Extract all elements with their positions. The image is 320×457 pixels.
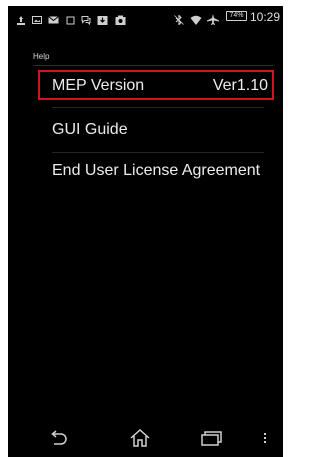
airplane-icon [207,12,219,25]
wifi-icon [190,12,202,25]
mep-version-value: Ver1.10 [212,77,268,94]
bluetooth-icon [174,12,184,26]
mail-icon [48,12,59,24]
header-divider [33,65,273,66]
square-icon [66,12,75,25]
photo-icon [32,12,42,24]
mep-version-label: MEP Version [52,77,145,94]
mep-version-item[interactable]: MEP Version Ver1.10 [38,70,274,100]
item-divider [52,152,264,153]
recent-apps-icon[interactable] [197,425,225,451]
chat-icon [81,12,91,26]
camera-icon [115,12,126,25]
status-bar: 74% 10:29 [8,6,283,28]
eula-item[interactable]: End User License Agreement [38,156,283,186]
home-icon[interactable] [126,425,154,451]
back-icon[interactable] [44,425,72,451]
usb-debug-icon [16,12,26,25]
item-divider [52,107,264,108]
section-header: Help [33,52,50,61]
battery-icon: 74% [226,11,247,21]
status-time: 10:29 [249,10,280,24]
navigation-bar [8,419,283,457]
overflow-menu-icon[interactable] [258,425,272,451]
download-icon [97,12,108,25]
phone-screen: 74% 10:29 Help MEP Version Ver1.10 GUI G… [8,6,283,457]
gui-guide-item[interactable]: GUI Guide [38,116,274,146]
eula-label: End User License Agreement [52,162,261,179]
gui-guide-label: GUI Guide [52,121,128,138]
